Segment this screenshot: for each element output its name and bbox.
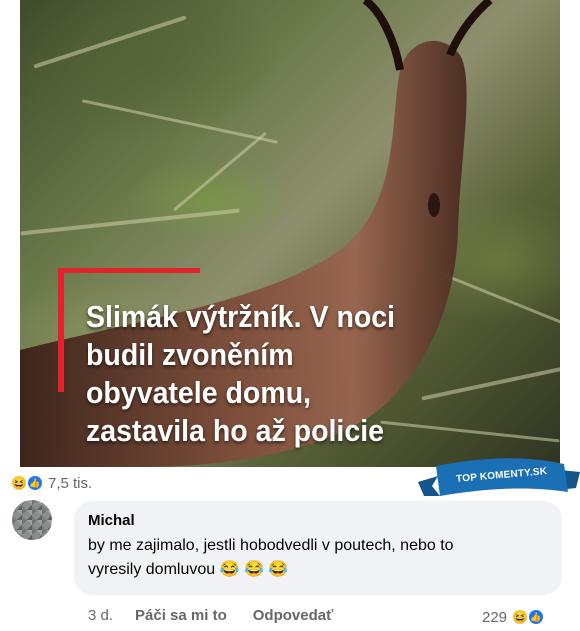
image-headline: Slimák výtržník. V noci budil zvoněním o… [86, 298, 491, 450]
comment-text-line: by me zajimalo, jestli hobodvedli v pout… [88, 537, 454, 554]
comment-text-fragment: vyresily domluvou [88, 561, 216, 578]
comment-author[interactable]: Michal [88, 511, 548, 531]
tears-of-joy-emoji-icon: 😂 [243, 561, 264, 578]
headline-line: zastavila ho až policie [86, 413, 384, 448]
comment-text-line: vyresily domluvou 😂 😂 😂 [88, 558, 528, 582]
post-reactions[interactable]: 😆 👍 7,5 tis. [10, 472, 92, 494]
avatar[interactable] [12, 500, 52, 540]
comment-timestamp[interactable]: 3 d. [88, 607, 113, 624]
comment-actions: 3 d. Páči sa mi to Odpovedať [88, 605, 359, 625]
like-icon: 👍 [26, 474, 44, 492]
headline-accent-top [58, 268, 200, 273]
headline-line: budil zvoněním [86, 337, 294, 372]
comment-reactions[interactable]: 229 😆 👍 [482, 606, 546, 628]
like-icon: 👍 [527, 608, 546, 626]
headline-line: Slimák výtržník. V noci [86, 299, 396, 334]
reply-button[interactable]: Odpovedať [253, 607, 334, 624]
headline-line: obyvatele domu, [86, 375, 312, 410]
post-image[interactable]: Slimák výtržník. V noci budil zvoněním o… [20, 0, 560, 467]
like-button[interactable]: Páči sa mi to [135, 607, 227, 624]
post-reaction-count: 7,5 tis. [48, 474, 93, 492]
tears-of-joy-emoji-icon: 😂 [219, 561, 240, 578]
headline-accent-bar [58, 270, 64, 392]
comment-text: by me zajimalo, jestli hobodvedli v pout… [88, 534, 528, 582]
comment-bubble: Michal by me zajimalo, jestli hobodvedli… [74, 501, 562, 595]
comment-reaction-count: 229 [482, 608, 508, 626]
tears-of-joy-emoji-icon: 😂 [268, 561, 289, 578]
